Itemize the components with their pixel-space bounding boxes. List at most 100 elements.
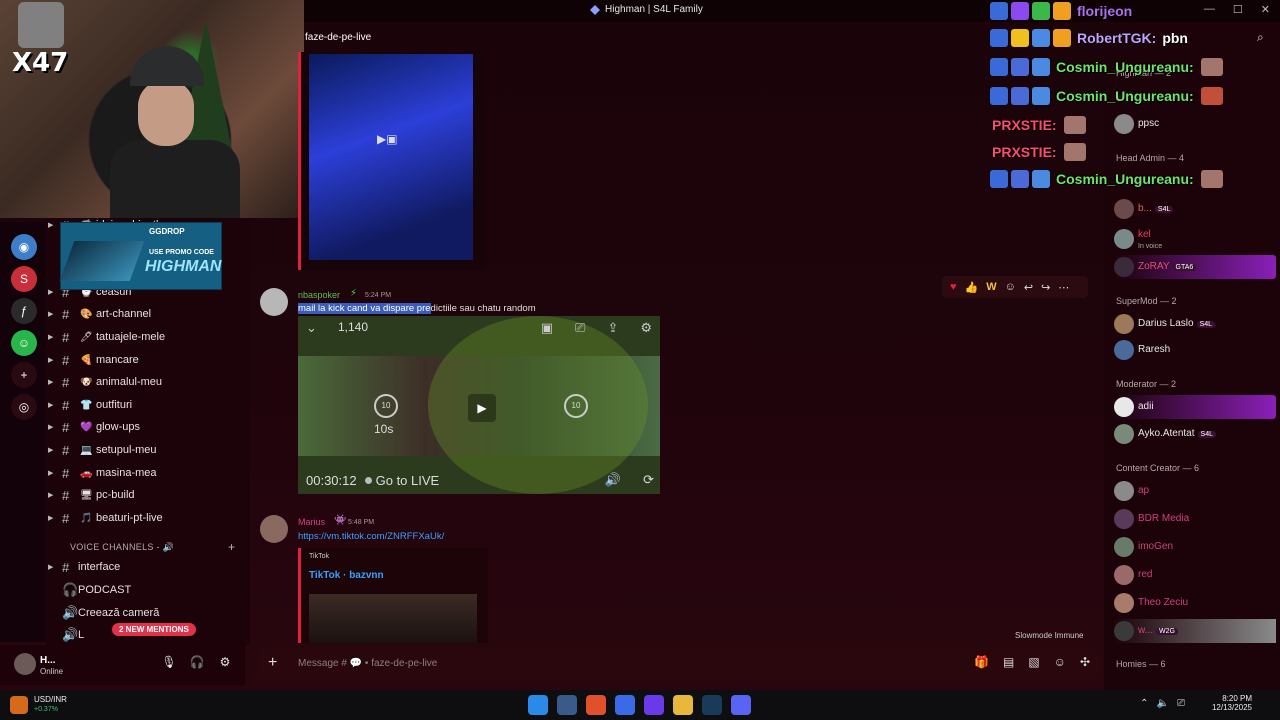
gift-icon[interactable]: 🎁 xyxy=(974,655,989,669)
add-server-icon[interactable]: + xyxy=(11,362,37,388)
share-icon[interactable]: ⇪ xyxy=(607,320,618,336)
go-live-button[interactable]: Go to LIVE xyxy=(376,473,440,488)
voice-channel-item[interactable]: ▶ # interface xyxy=(46,557,250,577)
channel-item[interactable]: ▶ # 🖊 tatuajele-mele xyxy=(46,327,250,347)
speaker-icon[interactable]: 🔈 xyxy=(1157,698,1169,709)
member-item[interactable]: Theo Zeciu xyxy=(1114,591,1276,615)
member-item[interactable]: red xyxy=(1114,563,1276,587)
channel-item[interactable]: ▶ # 🍕 mancare xyxy=(46,350,250,370)
brave-icon[interactable] xyxy=(586,695,606,715)
avatar[interactable] xyxy=(14,653,36,675)
member-item[interactable]: Raresh xyxy=(1114,338,1276,362)
avatar[interactable] xyxy=(260,515,288,543)
search-icon[interactable]: ⌕ xyxy=(1257,30,1264,45)
emoji-icon[interactable]: ☺ xyxy=(1054,655,1066,669)
member-item[interactable]: Darius Laslo S4L xyxy=(1114,312,1276,336)
channel-item[interactable]: ▶ # 🖥 pc-build xyxy=(46,485,250,505)
chevron-down-icon[interactable]: ⌄ xyxy=(306,320,317,336)
server-icon[interactable]: ◉ xyxy=(11,234,37,260)
voice-channels-header[interactable]: VOICE CHANNELS - 🔊 xyxy=(70,542,174,553)
rewind-10-icon[interactable]: 10 xyxy=(374,394,398,418)
channel-item[interactable]: ▶ # 💻 setupul-meu xyxy=(46,440,250,460)
message-author[interactable]: Marius xyxy=(298,517,325,527)
member-item[interactable]: w... W2G xyxy=(1114,619,1276,643)
play-button[interactable]: ▶ xyxy=(468,394,496,422)
app-icon[interactable] xyxy=(615,695,635,715)
attach-plus-icon[interactable]: + xyxy=(268,654,277,672)
voice-channel-item[interactable]: 🔊 Creează cameră xyxy=(46,603,250,623)
tiktok-embed[interactable]: TikTok TikTok · bazvnn xyxy=(298,548,488,643)
cast-icon[interactable]: ⎚ xyxy=(575,320,585,336)
clock-date[interactable]: 12/13/2025 xyxy=(1212,703,1252,712)
add-voice-channel-icon[interactable]: + xyxy=(228,540,235,554)
folder-icon[interactable] xyxy=(673,695,693,715)
member-item[interactable]: BDR Media xyxy=(1114,507,1276,531)
forward-icon[interactable]: ↪ xyxy=(1041,281,1050,294)
ticker-label[interactable]: USD/INR xyxy=(34,695,67,704)
voice-channel-item[interactable]: 🎧 PODCAST xyxy=(46,580,250,600)
member-item[interactable]: imoGen xyxy=(1114,535,1276,559)
channel-item[interactable]: ▶ # 👕 outfituri xyxy=(46,395,250,415)
more-options-icon[interactable]: ⋯ xyxy=(1058,281,1069,294)
member-name: w... W2G xyxy=(1138,625,1178,636)
clock-time[interactable]: 8:20 PM xyxy=(1212,694,1252,703)
member-item[interactable]: kel In voice xyxy=(1114,227,1276,251)
avatar[interactable] xyxy=(260,288,288,316)
channel-item[interactable]: ▶ # 🚗 masina-mea xyxy=(46,463,250,483)
member-item[interactable]: Ayko.Atentat S4L xyxy=(1114,422,1276,446)
hash-icon: # xyxy=(62,419,70,435)
gif-icon[interactable]: ▤ xyxy=(1003,655,1014,669)
channel-item[interactable]: ▶ # 🎨 art-channel xyxy=(46,304,250,324)
member-name: ZoRAY GTA6 xyxy=(1138,261,1197,272)
hash-icon: # xyxy=(62,397,70,413)
volume-icon[interactable]: 🔊 xyxy=(605,472,621,488)
hash-icon: # xyxy=(62,465,70,481)
start-icon[interactable] xyxy=(528,695,548,715)
replay-icon[interactable]: ⟳ xyxy=(643,472,654,488)
message-input[interactable]: Message # 💬 • faze-de-pe-live xyxy=(298,658,437,669)
discover-icon[interactable]: ◎ xyxy=(11,394,37,420)
collapse-arrow-icon: ▶ xyxy=(48,492,54,499)
gear-icon[interactable]: ⚙ xyxy=(640,320,652,336)
apps-icon[interactable]: ✣ xyxy=(1080,655,1090,669)
headphones-icon[interactable]: 🎧 xyxy=(189,655,205,669)
message-author[interactable]: nbaspoker xyxy=(298,290,340,300)
heart-reaction-icon[interactable]: ♥ xyxy=(950,281,957,293)
stock-widget-icon[interactable] xyxy=(10,696,28,714)
app-icon[interactable] xyxy=(644,695,664,715)
steam-icon[interactable] xyxy=(702,695,722,715)
play-icon[interactable]: ▶▣ xyxy=(377,132,398,146)
channel-item[interactable]: ▶ # 💜 glow-ups xyxy=(46,417,250,437)
member-item[interactable]: ZoRAY GTA6 xyxy=(1114,255,1276,279)
member-item[interactable]: b... S4L xyxy=(1114,197,1276,221)
embed-title[interactable]: TikTok · bazvnn xyxy=(309,570,384,581)
live-video-player[interactable]: ⌄ ▣ ⎚ ⇪ ⚙ 1,140 10 ▶ 10 10s 00:30:12 Go t… xyxy=(298,316,660,494)
message-link[interactable]: https://vm.tiktok.com/ZNRFFXaUk/ xyxy=(298,531,444,542)
new-mentions-badge[interactable]: 2 NEW MENTIONS xyxy=(112,623,196,636)
embed-thumbnail xyxy=(309,54,473,260)
archive-icon[interactable]: ▣ xyxy=(541,320,553,336)
server-icon[interactable]: ☺ xyxy=(11,330,37,356)
embed-thumbnail[interactable] xyxy=(309,594,477,643)
taskview-icon[interactable] xyxy=(557,695,577,715)
server-icon[interactable]: ƒ xyxy=(11,298,37,324)
forward-10-icon[interactable]: 10 xyxy=(564,394,588,418)
w-reaction-icon[interactable]: W xyxy=(986,281,996,293)
member-item[interactable]: ap xyxy=(1114,479,1276,503)
channel-item[interactable]: ▶ # 🎵 beaturi-pt-live xyxy=(46,508,250,528)
member-item[interactable]: adii xyxy=(1114,395,1276,419)
thumbs-up-reaction-icon[interactable]: 👍 xyxy=(965,281,979,294)
video-embed-previous[interactable]: ▶▣ xyxy=(298,52,484,270)
chevron-up-icon[interactable]: ⌃ xyxy=(1140,698,1148,709)
network-icon[interactable]: ⎚ xyxy=(1177,698,1185,709)
gear-icon[interactable]: ⚙ xyxy=(217,655,233,669)
channel-item[interactable]: ▶ # 🐶 animalul-meu xyxy=(46,372,250,392)
add-reaction-icon[interactable]: ☺ xyxy=(1005,281,1016,293)
discord-icon[interactable] xyxy=(731,695,751,715)
server-icon[interactable]: S xyxy=(11,266,37,292)
message-composer[interactable]: + Message # 💬 • faze-de-pe-live 🎁 ▤ ▧ ☺ … xyxy=(258,648,1100,678)
reply-icon[interactable]: ↩ xyxy=(1024,281,1033,294)
microphone-icon[interactable]: 🎙 xyxy=(161,655,177,669)
avatar xyxy=(1114,229,1134,249)
sticker-icon[interactable]: ▧ xyxy=(1028,655,1039,669)
